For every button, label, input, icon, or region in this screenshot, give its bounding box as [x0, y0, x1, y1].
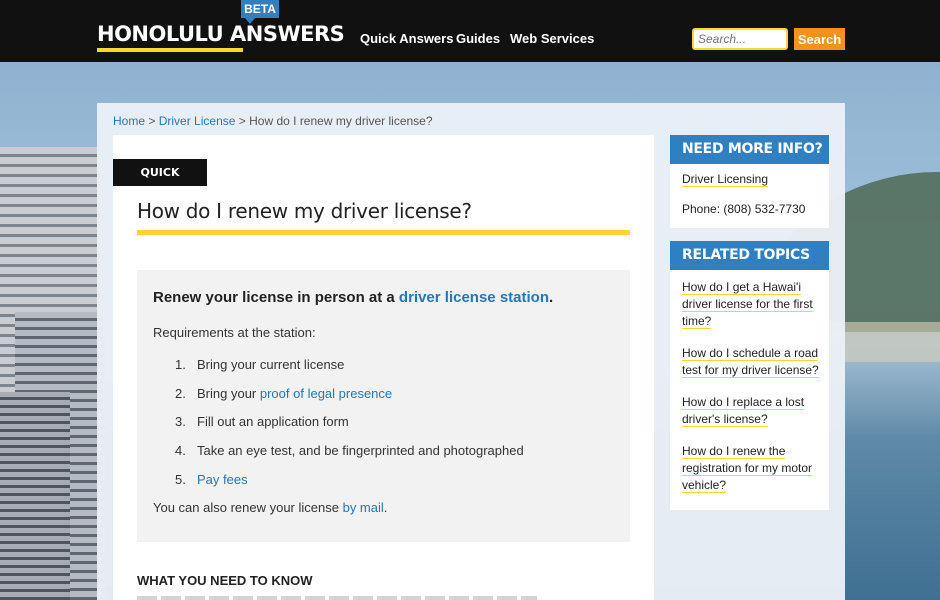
list-item: 3. Fill out an application form: [175, 414, 349, 429]
link-line: How do I renew the: [682, 444, 786, 459]
step-number: 2.: [175, 386, 186, 401]
pay-fees-link[interactable]: Pay fees: [197, 472, 248, 487]
list-item: 4. Take an eye test, and be fingerprinted…: [175, 443, 524, 458]
site-logo[interactable]: HONOLULU ANSWERS: [97, 22, 345, 46]
requirements-label: Requirements at the station:: [153, 325, 316, 340]
related-topic-link[interactable]: How do I get a Hawai'i driver license fo…: [682, 279, 813, 330]
nav-quick-answers[interactable]: Quick Answers: [360, 31, 453, 46]
lead-text: Renew your license in person at a: [153, 289, 395, 306]
lead-period: .: [548, 289, 554, 306]
also-period: .: [383, 500, 388, 515]
step-text: Bring your current license: [197, 357, 345, 372]
link-line: time?: [682, 314, 712, 329]
page-title: How do I renew my driver license?: [137, 199, 472, 223]
search-button[interactable]: Search: [794, 28, 845, 50]
step-number: 5.: [175, 472, 186, 487]
step-number: 3.: [175, 414, 186, 429]
list-item: 5. Pay fees: [175, 472, 248, 487]
search-input[interactable]: [692, 28, 788, 50]
site-header: HONOLULU ANSWERS BETA Quick Answers Guid…: [0, 0, 940, 62]
breadcrumb-driver-license[interactable]: Driver License: [159, 114, 236, 128]
section-heading: WHAT YOU NEED TO KNOW: [137, 573, 313, 588]
driver-license-station-link[interactable]: driver license station: [399, 289, 549, 306]
also-text: You can also renew your license: [153, 500, 339, 515]
related-topics-heading: RELATED TOPICS: [670, 241, 829, 270]
link-line: How do I get a Hawai'i: [682, 280, 802, 295]
link-text: Driver Licensing: [682, 172, 769, 187]
step-text: Bring your: [197, 386, 260, 401]
beta-badge: BETA: [241, 0, 279, 24]
title-underline: [137, 230, 630, 235]
related-topic-link[interactable]: How do I schedule a road test for my dri…: [682, 345, 819, 379]
logo-underline: [97, 48, 243, 52]
need-more-info-heading: NEED MORE INFO?: [670, 135, 829, 164]
link-line: vehicle?: [682, 478, 727, 493]
nav-web-services[interactable]: Web Services: [510, 31, 594, 46]
link-line: How do I replace a lost: [682, 395, 805, 410]
step-text: Take an eye test, and be fingerprinted a…: [197, 443, 524, 458]
related-topic-link[interactable]: How do I replace a lost driver's license…: [682, 394, 805, 428]
breadcrumb-home[interactable]: Home: [113, 114, 145, 128]
breadcrumb-separator: >: [238, 114, 246, 128]
driver-licensing-link[interactable]: Driver Licensing: [682, 171, 769, 188]
renew-by-mail-text: You can also renew your license by mail.: [153, 500, 387, 515]
proof-of-legal-presence-link[interactable]: proof of legal presence: [260, 386, 392, 401]
hotel-building: [0, 392, 70, 600]
list-item: 1. Bring your current license: [175, 357, 344, 372]
nav-guides[interactable]: Guides: [456, 31, 500, 46]
list-item: 2. Bring your proof of legal presence: [175, 386, 392, 401]
link-line: driver license for the first: [682, 297, 813, 312]
by-mail-link[interactable]: by mail: [343, 500, 384, 515]
breadcrumb-separator: >: [148, 114, 156, 128]
link-line: test for my driver license?: [682, 363, 819, 378]
quick-answer-tag: QUICK ANSWER: [113, 159, 207, 206]
step-text: Fill out an application form: [197, 414, 349, 429]
breadcrumb: Home > Driver License > How do I renew m…: [113, 114, 433, 128]
step-number: 4.: [175, 443, 186, 458]
link-line: driver's license?: [682, 412, 768, 427]
link-line: How do I schedule a road: [682, 346, 819, 361]
phone-number: Phone: (808) 532-7730: [682, 202, 806, 216]
step-number: 1.: [175, 357, 186, 372]
breadcrumb-current: How do I renew my driver license?: [249, 114, 433, 128]
truncated-paragraph: [137, 596, 537, 600]
related-topic-link[interactable]: How do I renew the registration for my m…: [682, 443, 813, 494]
answer-lead: Renew your license in person at a driver…: [153, 289, 553, 306]
link-line: registration for my motor: [682, 461, 813, 476]
